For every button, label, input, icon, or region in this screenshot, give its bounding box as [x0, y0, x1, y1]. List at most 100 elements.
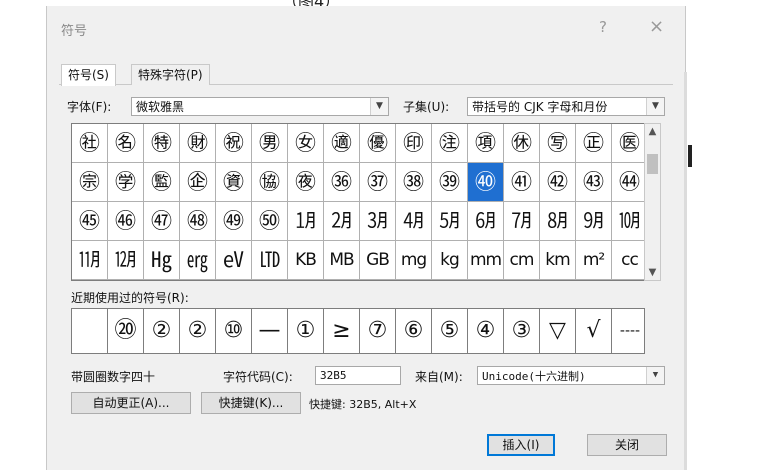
symbol-cell[interactable]: ㋉	[612, 202, 648, 241]
symbol-cell[interactable]: ㊣	[576, 124, 612, 163]
symbol-cell[interactable]: ㊾	[216, 202, 252, 241]
recent-symbol-cell[interactable]: √	[576, 309, 612, 353]
symbol-cell[interactable]: ㊽	[180, 202, 216, 241]
symbol-cell[interactable]: MB	[324, 241, 360, 280]
recent-symbol-cell[interactable]: ⑤	[432, 309, 468, 353]
symbol-cell[interactable]: ㋇	[540, 202, 576, 241]
close-icon[interactable]: ×	[649, 16, 664, 37]
symbol-cell[interactable]: ㋈	[576, 202, 612, 241]
char-code-input[interactable]: 32B5	[315, 366, 401, 385]
symbol-cell[interactable]: ㊢	[540, 124, 576, 163]
chevron-down-icon[interactable]: ▼	[370, 98, 388, 115]
symbol-cell[interactable]: ㊰	[288, 163, 324, 202]
symbol-cell[interactable]: ㊞	[396, 124, 432, 163]
symbol-cell[interactable]: m²	[576, 241, 612, 280]
symbol-cell[interactable]: mm	[468, 241, 504, 280]
symbol-cell[interactable]: ㋍	[180, 241, 216, 280]
scroll-up-icon[interactable]: ▲	[645, 126, 660, 137]
symbol-cell[interactable]: ㊟	[432, 124, 468, 163]
symbol-cell[interactable]: ㊻	[108, 202, 144, 241]
symbol-cell[interactable]: ㊯	[252, 163, 288, 202]
symbol-cell[interactable]: ㊝	[360, 124, 396, 163]
autocorrect-button[interactable]: 自动更正(A)...	[71, 392, 191, 414]
symbol-cell[interactable]: KB	[288, 241, 324, 280]
symbol-cell[interactable]: ㊭	[180, 163, 216, 202]
symbol-cell[interactable]: ㋋	[108, 241, 144, 280]
symbol-cell[interactable]: ㊜	[324, 124, 360, 163]
symbol-cell[interactable]: ㊩	[612, 124, 648, 163]
symbol-cell[interactable]: ㊲	[360, 163, 396, 202]
chevron-down-icon[interactable]: ▼	[646, 98, 664, 115]
symbol-cell[interactable]: ㊖	[180, 124, 216, 163]
symbol-cell[interactable]: ㊮	[216, 163, 252, 202]
scroll-down-icon[interactable]: ▼	[645, 267, 660, 278]
symbol-cell[interactable]: ㋁	[324, 202, 360, 241]
recent-symbol-cell[interactable]	[72, 309, 108, 353]
symbol-cell[interactable]: ㋎	[216, 241, 252, 280]
symbol-cell[interactable]: ㊳	[396, 163, 432, 202]
symbol-cell[interactable]: km	[540, 241, 576, 280]
symbol-cell[interactable]: ㊿	[252, 202, 288, 241]
chevron-down-icon[interactable]: ▼	[646, 367, 664, 384]
recent-symbol-cell[interactable]: ③	[504, 309, 540, 353]
subset-select[interactable]: 带括号的 CJK 字母和月份 ▼	[467, 97, 665, 116]
symbol-cell[interactable]: ㊕	[144, 124, 180, 163]
symbol-cell[interactable]: ㊼	[144, 202, 180, 241]
symbol-cell[interactable]: ㋄	[432, 202, 468, 241]
symbol-cell[interactable]: ㊬	[144, 163, 180, 202]
recent-symbol-cell[interactable]: ≥	[324, 309, 360, 353]
recent-symbol-cell[interactable]: ⑥	[396, 309, 432, 353]
symbol-cell[interactable]: ㊛	[288, 124, 324, 163]
help-icon[interactable]: ?	[599, 18, 607, 36]
recent-symbol-cell[interactable]: —	[252, 309, 288, 353]
shortcut-key-button[interactable]: 快捷键(K)...	[201, 392, 301, 414]
symbol-cell[interactable]: ㊓	[72, 124, 108, 163]
symbol-cell[interactable]: ㋆	[504, 202, 540, 241]
symbol-cell[interactable]: ㋊	[72, 241, 108, 280]
symbol-cell[interactable]: ㋅	[468, 202, 504, 241]
from-select[interactable]: Unicode(十六进制) ▼	[477, 366, 665, 385]
symbol-cell[interactable]: ㋌	[144, 241, 180, 280]
recent-symbol-cell[interactable]: ----	[612, 309, 648, 353]
symbol-cell[interactable]: ㋀	[288, 202, 324, 241]
symbol-cell[interactable]: ㊔	[108, 124, 144, 163]
symbol-cell[interactable]: ㊫	[108, 163, 144, 202]
symbol-cell[interactable]: ㊷	[540, 163, 576, 202]
symbol-cell[interactable]: ㋂	[360, 202, 396, 241]
symbol-cell[interactable]: ㊠	[468, 124, 504, 163]
recent-symbol-cell[interactable]: ⑩	[216, 309, 252, 353]
symbol-cell[interactable]: ㊺	[72, 202, 108, 241]
recent-symbol-cell[interactable]: ②	[144, 309, 180, 353]
tab-symbols[interactable]: 符号(S)	[61, 64, 116, 86]
symbol-cell[interactable]: ㊶	[504, 163, 540, 202]
subset-select-value: 带括号的 CJK 字母和月份	[472, 100, 608, 114]
recent-symbol-cell[interactable]: ▽	[540, 309, 576, 353]
symbol-cell[interactable]: ㊚	[252, 124, 288, 163]
symbol-cell[interactable]: ㊴	[432, 163, 468, 202]
symbol-cell[interactable]: ㊵	[468, 163, 504, 202]
symbol-cell[interactable]: cc	[612, 241, 648, 280]
tab-special-characters[interactable]: 特殊字符(P)	[131, 64, 210, 85]
symbol-cell[interactable]: ㊱	[324, 163, 360, 202]
recent-symbol-cell[interactable]: ②	[180, 309, 216, 353]
close-button[interactable]: 关闭	[587, 434, 667, 456]
symbol-cell[interactable]: ㋏	[252, 241, 288, 280]
scroll-thumb[interactable]	[647, 154, 658, 174]
font-select[interactable]: 微软雅黑 ▼	[131, 97, 389, 116]
symbol-cell[interactable]: ㊸	[576, 163, 612, 202]
symbol-cell[interactable]: GB	[360, 241, 396, 280]
recent-symbol-cell[interactable]: ⑦	[360, 309, 396, 353]
recent-symbol-cell[interactable]: ①	[288, 309, 324, 353]
recent-symbol-cell[interactable]: ④	[468, 309, 504, 353]
symbol-cell[interactable]: mg	[396, 241, 432, 280]
symbol-cell[interactable]: ㊗	[216, 124, 252, 163]
symbol-grid-scrollbar[interactable]: ▲ ▼	[644, 123, 661, 281]
insert-button[interactable]: 插入(I)	[487, 434, 555, 456]
symbol-cell[interactable]: cm	[504, 241, 540, 280]
symbol-cell[interactable]: ㊹	[612, 163, 648, 202]
symbol-cell[interactable]: ㊡	[504, 124, 540, 163]
recent-symbol-cell[interactable]: ⑳	[108, 309, 144, 353]
symbol-cell[interactable]: kg	[432, 241, 468, 280]
symbol-cell[interactable]: ㊪	[72, 163, 108, 202]
symbol-cell[interactable]: ㋃	[396, 202, 432, 241]
